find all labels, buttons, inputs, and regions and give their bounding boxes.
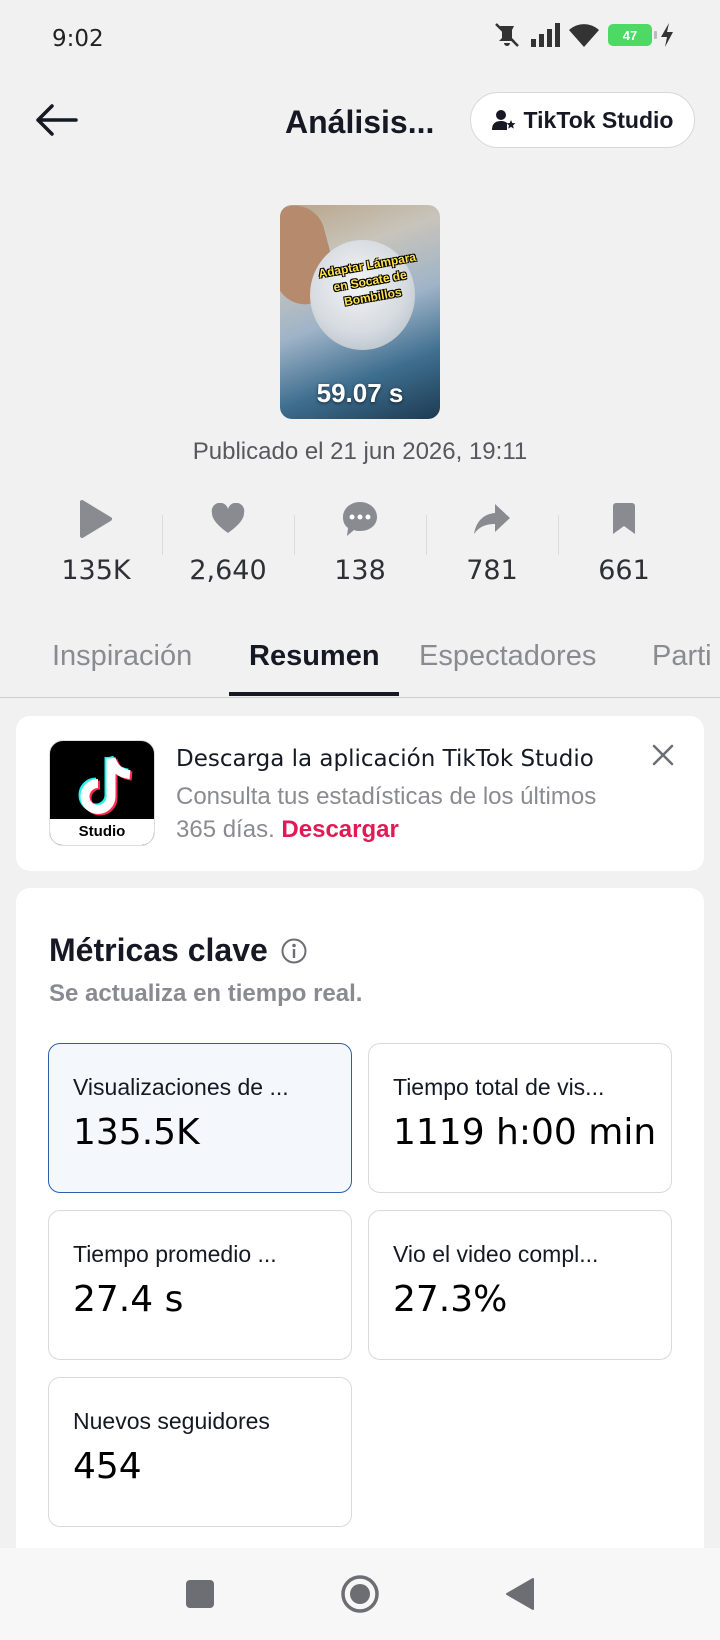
metric-label: Vio el video compl... xyxy=(393,1241,599,1267)
wifi-icon xyxy=(569,24,599,47)
stat-value: 661 xyxy=(598,555,650,586)
battery-icon: 47 xyxy=(608,24,657,46)
download-banner: Studio Descarga la aplicación TikTok Stu… xyxy=(16,716,704,871)
metric-value: 27.3% xyxy=(393,1279,508,1320)
tab-inspiracion[interactable]: Inspiración xyxy=(52,640,192,673)
tab-espectadores[interactable]: Espectadores xyxy=(419,640,596,673)
metrics-title-text: Métricas clave xyxy=(49,932,268,968)
home-circle-icon xyxy=(341,1575,379,1613)
video-duration: 59.07 s xyxy=(316,378,404,408)
recents-button[interactable] xyxy=(180,1574,220,1614)
tiktok-studio-button[interactable]: TikTok Studio xyxy=(470,92,695,148)
mute-icon xyxy=(495,23,519,47)
bookmark-icon xyxy=(613,503,635,534)
play-icon xyxy=(80,500,112,538)
battery-level: 47 xyxy=(622,27,638,43)
tab-resumen[interactable]: Resumen xyxy=(249,640,380,673)
metric-value: 27.4 s xyxy=(73,1279,184,1320)
page-title: Análisis... xyxy=(285,104,435,140)
stat-comments: 138 xyxy=(294,495,426,595)
tab-bar: Inspiración Resumen Espectadores Parti xyxy=(0,612,720,698)
stat-views: 135K xyxy=(30,495,162,595)
published-date: Publicado el 21 jun 2026, 19:11 xyxy=(192,438,528,465)
stat-value: 138 xyxy=(334,555,386,586)
metrics-title: Métricas clave xyxy=(49,932,308,969)
share-icon xyxy=(474,504,510,534)
banner-text: Consulta tus estadísticas de los últimos… xyxy=(176,780,616,846)
info-icon[interactable] xyxy=(280,937,308,965)
tiktok-logo-icon xyxy=(78,755,133,816)
download-link[interactable]: Descargar xyxy=(281,816,398,843)
metric-label: Tiempo total de vis... xyxy=(393,1074,605,1100)
comment-icon xyxy=(343,502,377,536)
system-navigation-bar xyxy=(0,1548,720,1640)
active-tab-indicator xyxy=(229,692,399,696)
banner-title: Descarga la aplicación TikTok Studio xyxy=(176,746,594,772)
metric-tile-average-watch-time[interactable]: Tiempo promedio ... 27.4 s xyxy=(48,1210,352,1360)
metric-label: Tiempo promedio ... xyxy=(73,1241,277,1267)
header: Análisis... TikTok Studio xyxy=(0,80,720,160)
app-icon-label: Studio xyxy=(50,819,154,845)
user-star-icon xyxy=(491,110,516,130)
close-banner-button[interactable] xyxy=(648,740,678,770)
tiktok-studio-label: TikTok Studio xyxy=(523,106,674,133)
metric-value: 135.5K xyxy=(73,1112,200,1153)
heart-icon xyxy=(211,503,245,533)
back-button[interactable] xyxy=(30,98,82,142)
video-thumbnail[interactable]: Adaptar Lámpara en Socate de Bombillos 5… xyxy=(280,205,440,419)
metric-label: Visualizaciones de ... xyxy=(73,1074,289,1100)
key-metrics-card: Métricas clave Se actualiza en tiempo re… xyxy=(16,888,704,1548)
stat-saves: 661 xyxy=(558,495,690,595)
metric-tile-views[interactable]: Visualizaciones de ... 135.5K xyxy=(48,1043,352,1193)
metric-label: Nuevos seguidores xyxy=(73,1408,270,1434)
home-button[interactable] xyxy=(340,1574,380,1614)
stat-likes: 2,640 xyxy=(162,495,294,595)
status-bar: 9:02 47 xyxy=(0,0,720,80)
status-time: 9:02 xyxy=(52,26,104,52)
stat-value: 781 xyxy=(466,555,518,586)
close-icon xyxy=(652,744,674,766)
signal-icon xyxy=(531,23,560,47)
arrow-left-icon xyxy=(36,104,78,136)
stat-value: 135K xyxy=(61,555,131,586)
metric-value: 1119 h:00 min xyxy=(393,1112,657,1153)
stats-row: 135K 2,640 138 781 661 xyxy=(30,495,690,595)
stat-shares: 781 xyxy=(426,495,558,595)
charging-icon xyxy=(661,23,673,47)
tab-participacion[interactable]: Parti xyxy=(652,640,712,673)
metric-tile-total-watch-time[interactable]: Tiempo total de vis... 1119 h:00 min xyxy=(368,1043,672,1193)
metric-tile-full-video-watched[interactable]: Vio el video compl... 27.3% xyxy=(368,1210,672,1360)
metric-tile-new-followers[interactable]: Nuevos seguidores 454 xyxy=(48,1377,352,1527)
metric-value: 454 xyxy=(73,1446,142,1487)
back-nav-button[interactable] xyxy=(500,1574,540,1614)
stat-value: 2,640 xyxy=(189,555,267,586)
tiktok-studio-app-icon: Studio xyxy=(49,740,155,846)
metrics-subtitle: Se actualiza en tiempo real. xyxy=(49,980,363,1007)
square-icon xyxy=(186,1580,214,1608)
status-icons: 47 xyxy=(492,22,674,48)
triangle-back-icon xyxy=(506,1578,534,1610)
